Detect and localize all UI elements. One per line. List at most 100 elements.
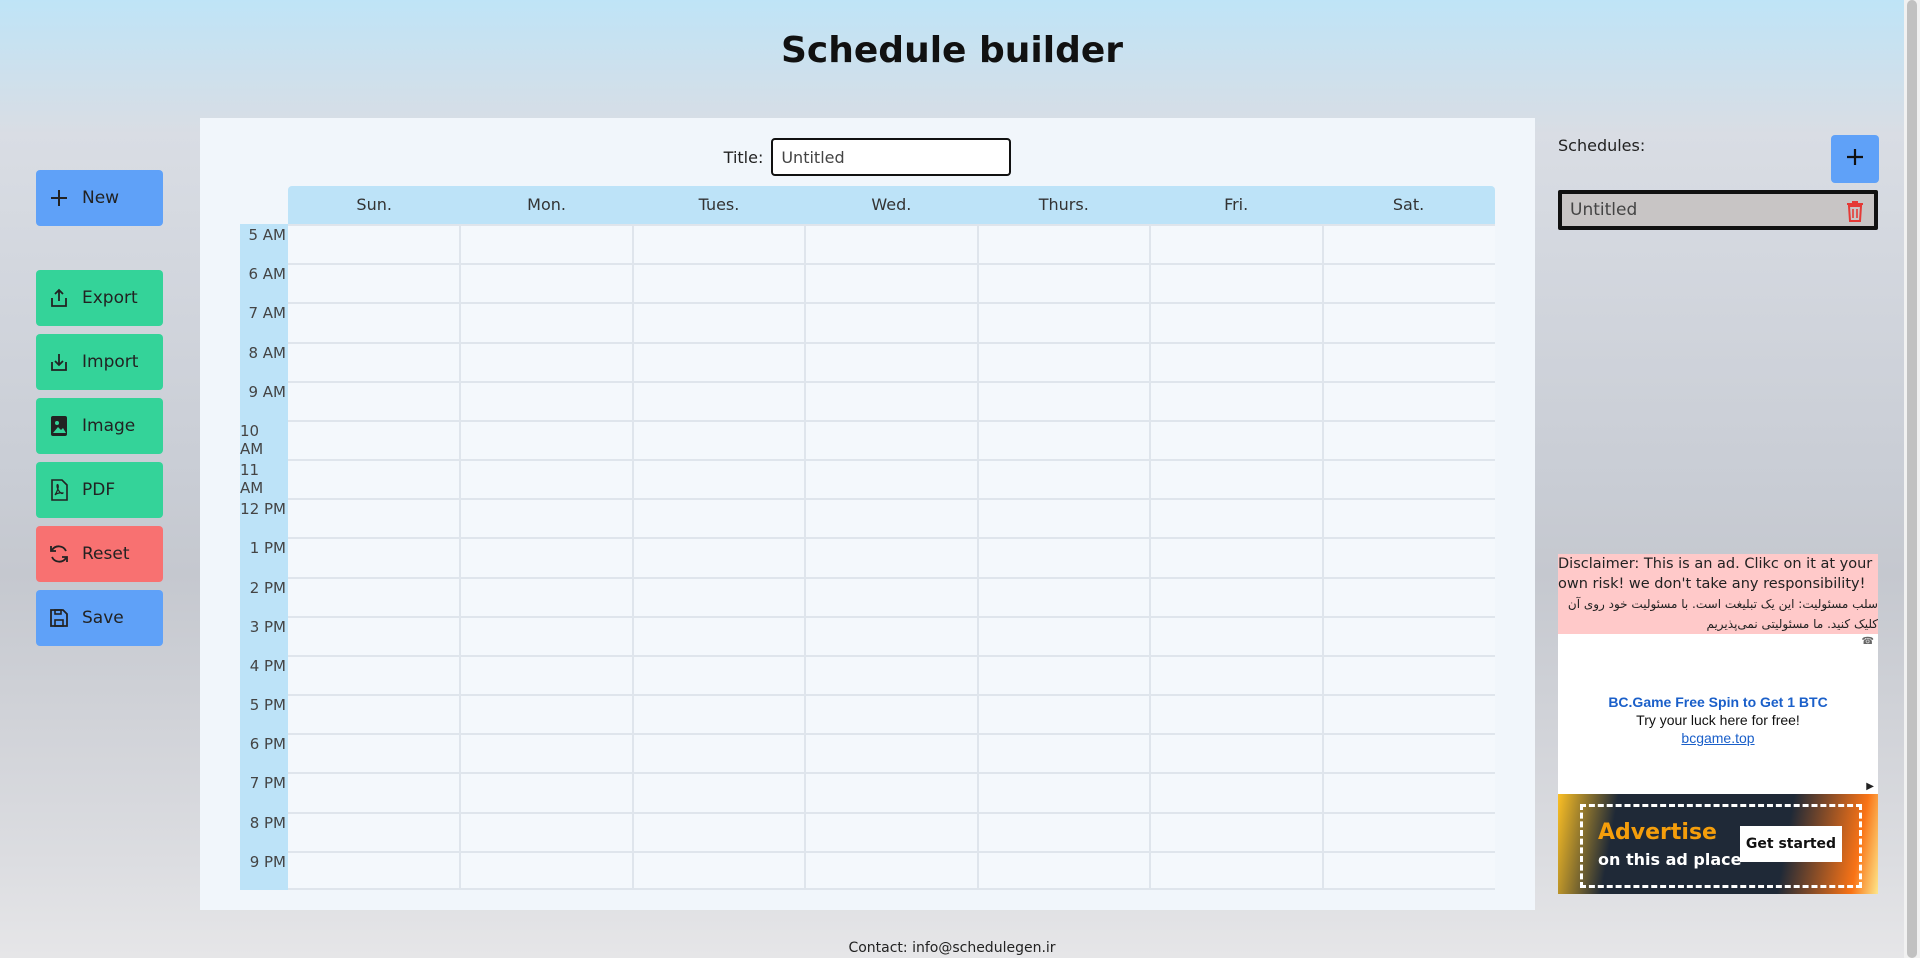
title-label: Title: bbox=[723, 147, 764, 167]
trash-icon[interactable] bbox=[1844, 198, 1866, 224]
save-icon bbox=[48, 607, 70, 629]
get-started-button[interactable]: Get started bbox=[1740, 826, 1842, 862]
schedule-panel: Title: Untitled Sun. Mon. Tues. Wed. Thurs. F… bbox=[200, 118, 1535, 910]
day-header-cell: Fri. bbox=[1224, 195, 1249, 214]
image-button-label: Image bbox=[82, 416, 136, 436]
advertise-banner[interactable]: Advertise on this ad place Get started bbox=[1558, 794, 1878, 894]
grid-row-line bbox=[288, 498, 1495, 501]
time-label: 9 AM bbox=[248, 382, 286, 401]
export-button-label: Export bbox=[82, 288, 138, 308]
time-label: 4 PM bbox=[249, 656, 286, 675]
grid-row-line bbox=[288, 263, 1495, 266]
ad-close-icon[interactable]: ☎ bbox=[1862, 636, 1874, 647]
page-title: Schedule builder bbox=[780, 30, 1124, 71]
export-button[interactable]: Export bbox=[36, 270, 163, 326]
ad-box[interactable]: ☎ BC.Game Free Spin to Get 1 BTC Try you… bbox=[1558, 634, 1878, 794]
ad-disclaimer-fa: سلب مسئولیت: این یک تبلیغت است. با مسئول… bbox=[1567, 597, 1878, 631]
ad-subtitle: Try your luck here for free! bbox=[1636, 712, 1800, 728]
grid-column-line bbox=[804, 224, 807, 890]
time-label: 6 PM bbox=[249, 735, 286, 754]
time-label: 1 PM bbox=[249, 539, 286, 558]
time-label: 8 PM bbox=[249, 813, 286, 832]
day-header-cell: Tues. bbox=[698, 195, 740, 214]
save-button[interactable]: Save bbox=[36, 590, 163, 646]
day-header-cell: Mon. bbox=[527, 195, 566, 214]
grid-row-line bbox=[288, 419, 1495, 422]
grid-row-line bbox=[288, 654, 1495, 657]
time-label: 11 AM bbox=[240, 461, 264, 498]
plus-icon bbox=[48, 187, 70, 209]
ad-disclaimer: Disclaimer: This is an ad. Clikc on it a… bbox=[1558, 554, 1878, 634]
grid-row-line bbox=[288, 341, 1495, 344]
ad-disclaimer-en: Disclaimer: This is an ad. Clikc on it a… bbox=[1558, 556, 1873, 592]
title-input[interactable]: Untitled bbox=[771, 138, 1012, 176]
grid-row-line bbox=[288, 694, 1495, 697]
grid-row-line bbox=[288, 537, 1495, 540]
ad-block: Disclaimer: This is an ad. Clikc on it a… bbox=[1558, 554, 1878, 894]
new-button-label: New bbox=[82, 188, 120, 208]
new-button[interactable]: New bbox=[36, 170, 163, 226]
grid-row-line bbox=[288, 459, 1495, 462]
grid-column-line bbox=[1321, 224, 1324, 890]
time-label: 7 AM bbox=[248, 304, 286, 323]
time-label: 6 AM bbox=[248, 265, 286, 284]
time-label: 12 PM bbox=[240, 500, 286, 519]
grid-row-line bbox=[288, 772, 1495, 775]
day-header-row: Sun. Mon. Tues. Wed. Thurs. Fri. Sat. bbox=[288, 186, 1495, 224]
advertise-title: Advertise bbox=[1598, 820, 1717, 845]
day-header-cell: Thurs. bbox=[1038, 195, 1089, 214]
image-button[interactable]: Image bbox=[36, 398, 163, 454]
day-header-cell: Sat. bbox=[1392, 195, 1425, 214]
title-input-value: Untitled bbox=[781, 147, 845, 167]
schedules-label: Schedules: bbox=[1558, 136, 1646, 155]
reset-button-label: Reset bbox=[82, 544, 130, 564]
grid-column-line bbox=[976, 224, 979, 890]
grid-column-line bbox=[459, 224, 462, 890]
add-schedule-button[interactable] bbox=[1831, 135, 1879, 183]
day-header-cell: Wed. bbox=[871, 195, 912, 214]
schedule-item-name: Untitled bbox=[1570, 200, 1638, 220]
ad-link[interactable]: bcgame.top bbox=[1558, 730, 1878, 746]
grid-column-line bbox=[1149, 224, 1152, 890]
plus-icon bbox=[1844, 146, 1866, 172]
time-label: 5 PM bbox=[249, 696, 286, 715]
advertise-subtitle: on this ad place bbox=[1598, 850, 1742, 869]
pdf-button[interactable]: PDF bbox=[36, 462, 163, 518]
import-icon bbox=[48, 351, 70, 373]
grid-row-line bbox=[288, 576, 1495, 579]
time-column: 5 AM 6 AM 7 AM 8 AM 9 AM 10 AM 11 AM 12 PM 1 PM 2… bbox=[240, 224, 288, 890]
grid-row-line bbox=[288, 302, 1495, 305]
grid-row-line bbox=[288, 224, 1495, 226]
import-button-label: Import bbox=[82, 352, 139, 372]
pdf-button-label: PDF bbox=[82, 480, 116, 500]
pdf-icon bbox=[48, 479, 70, 501]
ad-play-icon[interactable]: ▶ bbox=[1866, 781, 1874, 792]
time-label: 5 AM bbox=[248, 226, 286, 244]
refresh-icon bbox=[48, 543, 70, 565]
footer-contact: Contact: info@schedulegen.ir bbox=[848, 940, 1056, 956]
reset-button[interactable]: Reset bbox=[36, 526, 163, 582]
export-icon bbox=[48, 287, 70, 309]
image-icon bbox=[48, 415, 70, 437]
time-label: 7 PM bbox=[249, 774, 286, 793]
time-label: 10 AM bbox=[240, 421, 264, 458]
scrollbar-thumb[interactable] bbox=[1907, 0, 1917, 958]
grid-row-line bbox=[288, 850, 1495, 853]
grid-row-line bbox=[288, 615, 1495, 618]
scrollbar[interactable] bbox=[1904, 0, 1920, 958]
grid-row-line bbox=[288, 380, 1495, 383]
time-label: 2 PM bbox=[249, 578, 286, 597]
schedule-item[interactable]: Untitled bbox=[1558, 190, 1878, 230]
grid-row-line bbox=[288, 811, 1495, 814]
time-label: 8 AM bbox=[248, 343, 286, 362]
grid-row-line bbox=[288, 733, 1495, 736]
time-label: 3 PM bbox=[249, 617, 286, 636]
ad-title[interactable]: BC.Game Free Spin to Get 1 BTC bbox=[1558, 634, 1878, 710]
title-row: Title: Untitled bbox=[200, 138, 1535, 176]
grid-column-line bbox=[631, 224, 634, 890]
grid-row-line bbox=[288, 888, 1495, 890]
time-label: 9 PM bbox=[249, 852, 286, 871]
day-header-cell: Sun. bbox=[356, 195, 392, 214]
schedule-cells[interactable] bbox=[288, 224, 1495, 890]
import-button[interactable]: Import bbox=[36, 334, 163, 390]
